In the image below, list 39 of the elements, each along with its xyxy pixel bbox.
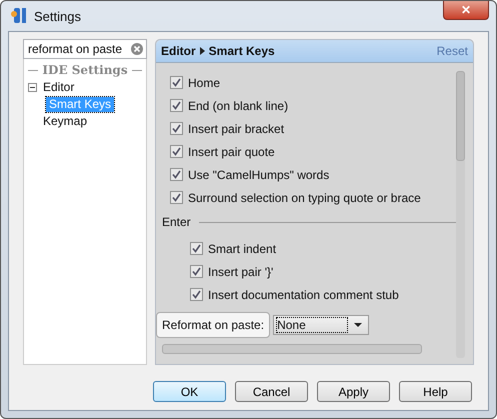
checkbox[interactable] (170, 168, 183, 181)
tree-item[interactable]: Editor (41, 80, 76, 95)
option-label: Use "CamelHumps" words (188, 168, 330, 182)
group-heading: Enter (162, 215, 191, 229)
section-heading: IDE Settings (42, 63, 128, 77)
reformat-dropdown[interactable]: None (273, 315, 370, 335)
vertical-scrollbar[interactable] (456, 71, 465, 358)
reformat-label: Reformat on paste: (156, 312, 270, 338)
checkbox[interactable] (170, 191, 183, 204)
option-label: Smart indent (208, 242, 276, 256)
app-logo-icon (10, 7, 28, 25)
checkbox[interactable] (170, 99, 183, 112)
checkbox[interactable] (190, 242, 203, 255)
horizontal-scrollbar[interactable] (162, 344, 422, 354)
breadcrumb-item: Editor (161, 44, 196, 58)
option-label: Insert pair bracket (188, 122, 284, 136)
option-label: Insert documentation comment stub (208, 288, 399, 302)
option-label: Insert pair '}' (208, 264, 274, 278)
breadcrumb-item: Smart Keys (208, 44, 275, 58)
dropdown-arrow-icon (354, 323, 362, 327)
collapse-icon[interactable] (28, 83, 37, 92)
breadcrumb-arrow-icon (200, 47, 205, 55)
window-title: Settings (34, 8, 81, 24)
clear-icon[interactable] (131, 43, 143, 55)
dialog-button[interactable]: OK (153, 381, 226, 402)
dialog-button[interactable]: Apply (317, 381, 390, 402)
option-label: Home (188, 76, 220, 90)
checkbox[interactable] (190, 288, 203, 301)
option-label: End (on blank line) (188, 98, 288, 112)
option-label: Insert pair quote (188, 144, 275, 158)
checkbox[interactable] (170, 76, 183, 89)
search-field[interactable]: reformat on paste (23, 39, 147, 59)
dialog-button[interactable]: Cancel (235, 381, 308, 402)
checkbox[interactable] (170, 145, 183, 158)
checkbox[interactable] (190, 265, 203, 278)
dialog-button[interactable]: Help (399, 381, 472, 402)
checkbox[interactable] (170, 122, 183, 135)
tree-item[interactable]: Keymap (41, 114, 90, 129)
option-label: Surround selection on typing quote or brace (188, 190, 421, 204)
